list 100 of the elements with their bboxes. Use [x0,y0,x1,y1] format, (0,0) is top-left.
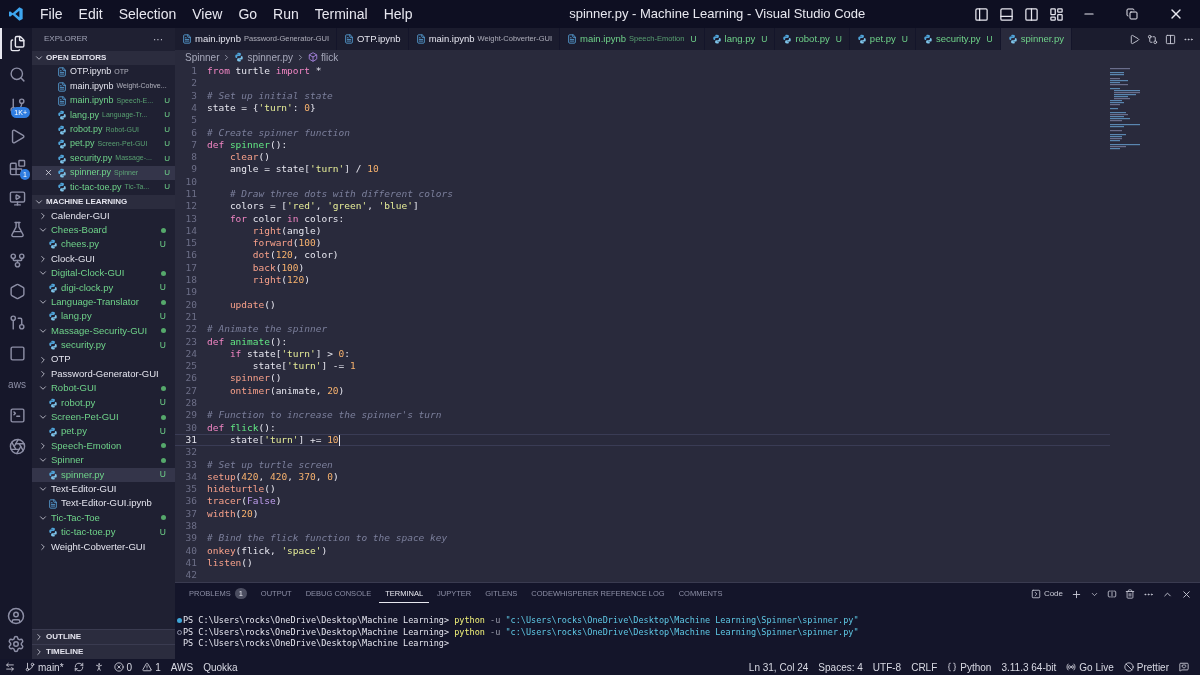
menu-item[interactable]: Terminal [306,3,376,25]
menu-item[interactable]: Run [265,3,307,25]
account-icon[interactable] [7,607,25,625]
folder-item[interactable]: Spinner [32,453,175,468]
more-actions[interactable]: ··· [153,31,163,47]
editor-tab[interactable]: lang.py U [704,28,776,50]
line-number: 20 [184,297,198,312]
toggle-panel-icon[interactable] [999,6,1014,22]
section-header[interactable]: MACHINE LEARNING [32,194,175,209]
folder-item[interactable]: Digital-Clock-GUI [32,266,175,281]
folder-item[interactable]: Password-Generator-GUI [32,366,175,382]
chevron-right-icon [38,440,48,451]
split-editor-icon[interactable] [1165,33,1176,45]
status-item[interactable]: CRLF [906,659,943,675]
close-icon[interactable] [44,168,53,178]
compare-icon[interactable] [1147,33,1158,45]
status-item[interactable]: Spaces: 4 [813,659,868,675]
menu-item[interactable]: Help [375,3,421,25]
tree-entry[interactable]: security.py U [32,338,175,353]
folder-item[interactable]: Weight-Cobverter-GUI [32,539,175,554]
code-text: forward(100) [251,236,322,251]
python-file-icon [57,167,67,178]
status-item[interactable]: UTF-8 [867,659,907,675]
tree-entry[interactable]: tic-tac-toe.py U [32,525,175,540]
chevron-right-icon [38,253,48,264]
section-header[interactable]: OPEN EDITORS [32,51,175,65]
editor-tab[interactable]: robot.py U [775,28,850,50]
status-item[interactable]: Prettier [1118,659,1174,675]
menu-item[interactable]: Selection [110,3,185,25]
folder-item[interactable]: Calender-GUI [32,208,175,223]
customize-layout-icon[interactable] [1049,6,1064,22]
toggle-secondary-sidebar-icon[interactable] [1024,6,1039,22]
code-text: # Draw three dots with different colors [228,187,453,201]
breadcrumb-item[interactable]: spinner.py [234,49,294,65]
editor-tab[interactable]: OTP.ipynb [337,28,409,50]
status-item[interactable]: 1 [137,659,166,675]
line-number: 16 [184,248,198,263]
status-item[interactable]: Python [942,659,997,675]
status-item[interactable]: 3.11.3 64-bit [996,659,1062,675]
folder-item[interactable]: Chees-Board [32,222,175,238]
folder-item[interactable]: Massage-Security-GUI [32,323,175,339]
chevron-right-icon [38,541,48,552]
section-header[interactable]: TIMELINE [32,644,175,659]
status-item[interactable]: Ln 31, Col 24 [743,659,814,675]
editor-tab[interactable]: security.py U [915,28,1001,50]
menu-item[interactable]: View [184,3,231,25]
menu-item[interactable]: Edit [70,3,111,25]
editor-tab[interactable]: pet.py U [849,28,916,50]
trash-icon[interactable] [1125,589,1135,599]
extensions-icon [8,159,26,176]
tree-entry[interactable]: pet.py U [32,424,175,439]
braces-icon [947,662,958,672]
status-item[interactable]: AWS [165,659,199,675]
folder-item[interactable]: Robot-GUI [32,381,175,396]
line-number: 13 [184,211,198,226]
tree-entry[interactable]: spinner.py U [32,467,175,482]
toggle-sidebar-icon[interactable] [974,6,989,22]
folder-item[interactable]: Language-Translator [32,294,175,310]
activity-button[interactable]: aws [0,369,32,400]
split-icon[interactable] [1107,589,1117,599]
breadcrumb-item[interactable]: Spinner [185,49,220,65]
line-number: 34 [184,469,198,484]
tree-entry[interactable]: chees.py U [32,237,175,252]
tree-entry[interactable]: robot.py U [32,395,175,410]
status-item[interactable]: 0 [108,659,138,675]
breadcrumb-item[interactable]: flick [308,49,339,65]
python-file-icon [57,110,67,121]
section-header[interactable]: OUTLINE [32,629,175,644]
editor-tab[interactable]: spinner.py [1000,28,1073,50]
restore-icon[interactable] [1126,8,1138,20]
line-number: 1 [190,64,198,79]
run-icon[interactable] [1129,33,1140,45]
tree-entry[interactable]: Text-Editor-GUI.ipynb [32,496,175,511]
menu-item[interactable]: File [32,3,71,25]
settings-icon[interactable] [7,635,25,653]
code-text: colors = ['red', 'green', 'blue'] [228,199,419,214]
knot-icon [8,438,26,455]
terminal-selector[interactable]: Code [1030,588,1063,600]
line-number: 5 [190,113,198,128]
status-item[interactable]: Go Live [1061,659,1119,675]
python-file-icon [922,34,933,44]
plus-icon[interactable] [1071,588,1082,600]
sync-icon [73,662,84,672]
python-file-icon [57,153,67,164]
code-text: state['turn'] -= 1 [251,359,356,374]
folder-item[interactable]: Text-Editor-GUI [32,481,175,497]
folder-item[interactable]: Clock-GUI [32,251,175,267]
tree-entry[interactable]: lang.py U [32,309,175,324]
folder-item[interactable]: Screen-Pet-GUI [32,410,175,425]
line-number: 30 [184,420,198,435]
folder-item[interactable]: Speech-Emotion [32,438,175,454]
code-text: # Create spinner function [207,125,350,140]
menu-item[interactable]: Go [230,3,266,25]
close-icon[interactable] [1181,588,1192,600]
code-text: hideturtle() [207,482,276,497]
folder-item[interactable]: Tic-Tac-Toe [32,510,175,526]
status-item[interactable]: main* [20,659,69,675]
folder-item[interactable]: OTP [32,352,175,367]
tree-entry[interactable]: digi-clock.py U [32,280,175,295]
status-item[interactable]: Quokka [198,659,243,675]
